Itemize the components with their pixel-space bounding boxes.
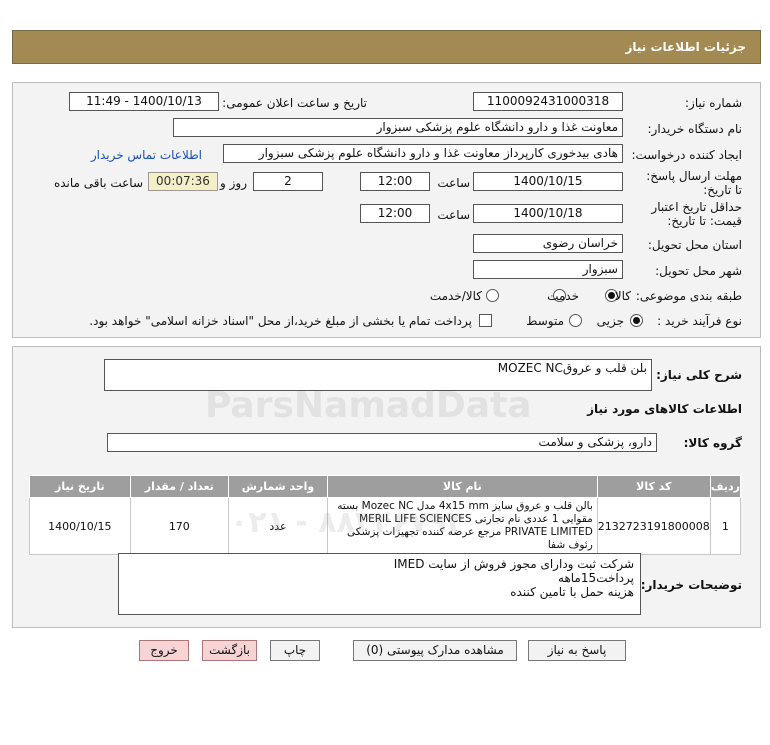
city-label: شهر محل تحویل: bbox=[655, 264, 742, 278]
buyer-notes-field: شرکت ثبت ودارای مجوز فروش از سایت IMED پ… bbox=[118, 553, 641, 615]
announce-datetime-field: 1400/10/13 - 11:49 bbox=[69, 92, 219, 111]
col-code: کد کالا bbox=[596, 475, 711, 498]
buyer-note-line: شرکت ثبت ودارای مجوز فروش از سایت IMED bbox=[393, 557, 634, 571]
province-field: خراسان رضوی bbox=[473, 234, 623, 253]
process-option-medium: متوسط bbox=[526, 314, 564, 328]
cell-unit: عدد bbox=[228, 497, 328, 555]
cell-date: 1400/10/15 bbox=[29, 497, 131, 555]
col-name: نام کالا bbox=[326, 475, 598, 498]
process-radio-minor[interactable] bbox=[630, 314, 643, 327]
validity-label: حداقل تاریخ اعتبار قیمت: تا تاریخ: bbox=[651, 200, 742, 228]
category-option-goods-service: کالا/خدمت bbox=[429, 289, 482, 303]
validity-time-label: ساعت bbox=[437, 208, 470, 222]
category-radio-goods-service[interactable] bbox=[486, 289, 499, 302]
buyer-org-field: معاونت غذا و دارو دانشگاه علوم پزشکی سبز… bbox=[173, 118, 623, 137]
cell-name: بالن قلب و عروق سایز 4x15 mm مدل Mozec N… bbox=[326, 497, 598, 555]
category-option-goods: کالا bbox=[614, 289, 631, 303]
page-header: جزئیات اطلاعات نیاز bbox=[12, 30, 761, 64]
province-label: استان محل تحویل: bbox=[647, 238, 742, 252]
city-field: سبزوار bbox=[473, 260, 623, 279]
goods-info-title: اطلاعات کالاهای مورد نیاز bbox=[587, 402, 742, 416]
page-title: جزئیات اطلاعات نیاز bbox=[625, 40, 746, 54]
buyer-contact-link[interactable]: اطلاعات تماس خریدار bbox=[91, 148, 202, 162]
cell-qty: 170 bbox=[129, 497, 230, 555]
exit-button[interactable]: خروج bbox=[139, 640, 189, 661]
creator-label: ایجاد کننده درخواست: bbox=[631, 148, 742, 162]
days-remaining-field: 2 bbox=[253, 172, 323, 191]
goods-table: ردیف کد کالا نام کالا واحد شمارش تعداد /… bbox=[29, 475, 742, 555]
need-number-label: شماره نیاز: bbox=[685, 96, 742, 110]
validity-date-field: 1400/10/18 bbox=[473, 204, 623, 223]
summary-label: شرح کلی نیاز: bbox=[656, 368, 742, 382]
col-unit: واحد شمارش bbox=[228, 475, 328, 498]
cell-code: 2132723191800008 bbox=[596, 497, 711, 555]
remaining-time-field: 00:07:36 bbox=[148, 172, 218, 191]
validity-time-field: 12:00 bbox=[360, 204, 430, 223]
buyer-note-line: پرداخت15ماهه bbox=[558, 571, 634, 585]
need-number-field: 1100092431000318 bbox=[473, 92, 623, 111]
col-date: تاریخ نیاز bbox=[29, 475, 131, 498]
reply-deadline-label: مهلت ارسال پاسخ: تا تاریخ: bbox=[646, 169, 742, 197]
col-qty: تعداد / مقدار bbox=[129, 475, 230, 498]
days-label: روز و bbox=[220, 176, 247, 190]
reply-time-field: 12:00 bbox=[360, 172, 430, 191]
summary-field: بلن قلب و عروقMOZEC NC bbox=[104, 359, 652, 391]
cell-row: 1 bbox=[709, 497, 742, 555]
view-attachments-button[interactable]: مشاهده مدارک پیوستی (0) bbox=[353, 640, 517, 661]
col-row: ردیف bbox=[709, 475, 742, 498]
back-button[interactable]: بازگشت bbox=[202, 640, 257, 661]
category-label: طبقه بندی موضوعی: bbox=[635, 289, 742, 303]
goods-group-label: گروه کالا: bbox=[683, 436, 742, 450]
reply-date-field: 1400/10/15 bbox=[473, 172, 623, 191]
process-radio-medium[interactable] bbox=[569, 314, 582, 327]
creator-field: هادی بیدخوری کارپرداز معاونت غذا و دارو … bbox=[223, 144, 623, 163]
goods-group-field: دارو، پزشکی و سلامت bbox=[107, 433, 657, 452]
category-option-service: خدمت bbox=[547, 289, 579, 303]
buyer-notes-label: توضیحات خریدار: bbox=[640, 578, 742, 592]
treasury-payment-checkbox[interactable] bbox=[479, 314, 492, 327]
treasury-payment-note: پرداخت تمام یا بخشی از مبلغ خرید،از محل … bbox=[89, 314, 472, 328]
process-option-minor: جزیی bbox=[596, 314, 624, 328]
reply-button[interactable]: پاسخ به نیاز bbox=[528, 640, 626, 661]
process-type-label: نوع فرآیند خرید : bbox=[657, 314, 742, 328]
remaining-time-label: ساعت باقی مانده bbox=[53, 176, 143, 190]
reply-time-label: ساعت bbox=[437, 176, 470, 190]
buyer-note-line: هزینه حمل با تامین کننده bbox=[510, 585, 634, 599]
buyer-org-label: نام دستگاه خریدار: bbox=[647, 122, 743, 136]
table-row: 1 2132723191800008 بالن قلب و عروق سایز … bbox=[29, 497, 742, 555]
print-button[interactable]: چاپ bbox=[270, 640, 320, 661]
announce-datetime-label: تاریخ و ساعت اعلان عمومی: bbox=[222, 96, 367, 110]
